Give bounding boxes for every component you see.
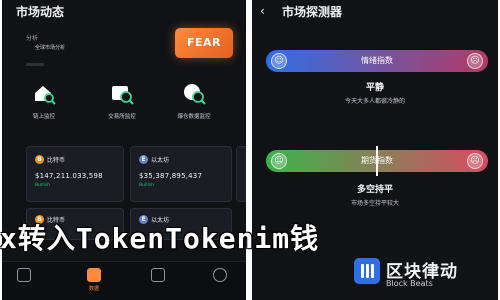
exchange-search-icon — [110, 82, 134, 106]
emotion-index-label: 情绪指数 — [361, 56, 393, 65]
blockbeats-logo-icon — [354, 258, 380, 284]
index-marker — [376, 146, 378, 176]
ethereum-icon: E — [139, 155, 148, 164]
coin-name: 以太坊 — [151, 157, 170, 164]
feature-label: 链上监控 — [32, 114, 55, 120]
chain-monitor-button[interactable]: 链上监控 — [20, 82, 68, 120]
coin-price: $147,211.033,598 — [35, 172, 103, 180]
sad-face-icon: ☹ — [467, 153, 483, 169]
page-title: 市场探测器 — [282, 5, 343, 19]
futures-state: 多空持平 — [356, 185, 393, 195]
data-icon — [87, 268, 101, 282]
bottom-tab-bar: 数据 — [2, 261, 246, 300]
coin-name: 比特币 — [47, 157, 66, 164]
btc-price-card[interactable]: B 比特币 $147,211.033,598 Bullish — [26, 146, 124, 202]
brand-name-en: Block Beats — [386, 279, 433, 288]
market-dynamics-screen: 市场动态 分析 全球市场分析 FEAR 链上监控 交易所监控 爆仓数据监控 B … — [2, 0, 246, 300]
back-icon[interactable]: ‹ — [260, 4, 265, 18]
eth-price-card[interactable]: E 以太坊 $35,387,895,437 Bullish — [130, 146, 232, 202]
futures-index-bar[interactable]: ☺ 期货指数 ☹ — [266, 146, 488, 176]
feature-label: 爆仓数据监控 — [177, 114, 211, 120]
chart-icon — [17, 268, 31, 282]
liquidation-search-icon — [182, 82, 206, 106]
emotion-state: 平静 — [365, 83, 384, 93]
futures-description: 市场多空持平较大 — [350, 200, 399, 207]
sad-face-icon: ☹ — [467, 53, 483, 69]
partial-card[interactable] — [236, 146, 246, 202]
coin-change: Bullish — [139, 183, 154, 188]
user-icon — [213, 268, 227, 282]
market-detector-screen: ‹ 市场探测器 ☺ 情绪指数 ☹ 平静 今天大多人都很冷静的 ☺ 期货指数 ☹ … — [252, 0, 498, 300]
fear-index-badge[interactable]: FEAR — [175, 28, 233, 58]
coin-change: Bullish — [35, 183, 50, 188]
analysis-label: 分析 — [26, 35, 39, 42]
tab-market[interactable] — [4, 268, 44, 285]
feature-label: 交易所监控 — [108, 114, 136, 120]
coin-price: $35,387,895,437 — [139, 172, 203, 180]
bitcoin-icon: B — [35, 155, 44, 164]
section-divider — [26, 63, 44, 66]
overlay-caption: x转入TokenTokenim钱 — [0, 222, 320, 251]
home-search-icon — [32, 82, 56, 106]
tab-profile[interactable] — [200, 268, 240, 285]
document-icon — [151, 268, 165, 282]
liquidation-monitor-button[interactable]: 爆仓数据监控 — [170, 82, 218, 120]
tab-news[interactable] — [138, 268, 178, 285]
card-name: E 以太坊 — [139, 155, 169, 164]
exchange-monitor-button[interactable]: 交易所监控 — [98, 82, 146, 120]
tab-label: 数据 — [88, 286, 99, 292]
card-name: B 比特币 — [35, 155, 65, 164]
analysis-subtitle: 全球市场分析 — [35, 45, 66, 51]
emotion-index-bar[interactable]: ☺ 情绪指数 ☹ — [266, 50, 488, 72]
tab-data[interactable]: 数据 — [74, 268, 114, 292]
page-title: 市场动态 — [16, 5, 65, 19]
emotion-description: 今天大多人都很冷静的 — [344, 98, 405, 105]
